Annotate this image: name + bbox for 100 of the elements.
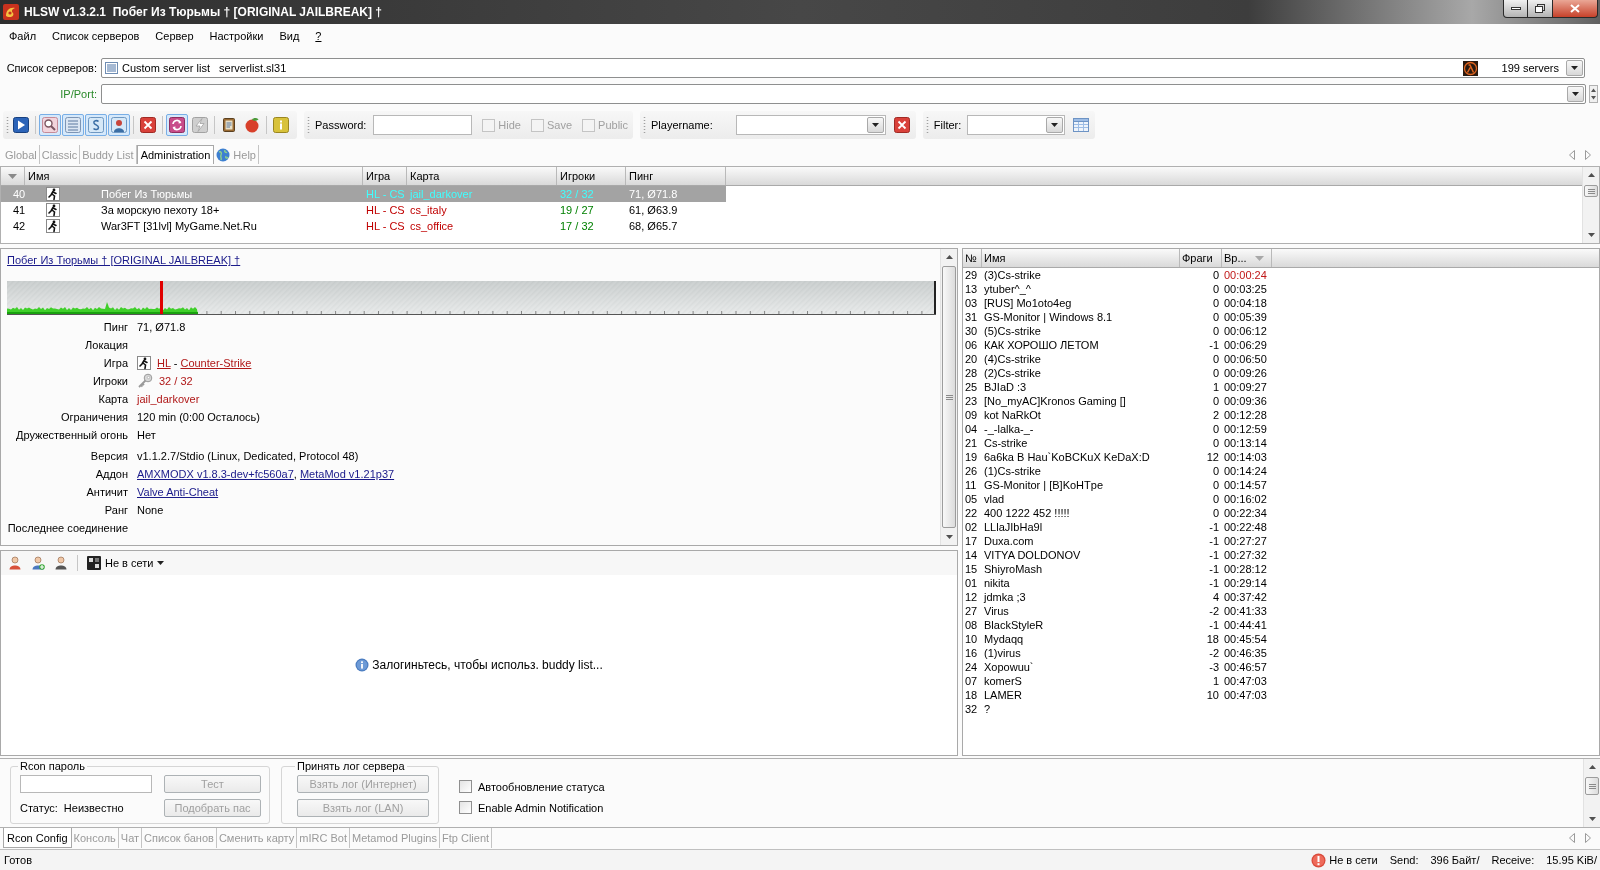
toolbar-button[interactable] [166, 114, 188, 136]
clear-button[interactable] [892, 116, 911, 134]
column-header[interactable]: Карта [407, 167, 557, 185]
toolbar-button[interactable] [137, 114, 159, 136]
checkbox[interactable] [459, 801, 472, 814]
scrollbar[interactable] [940, 249, 957, 545]
spin-icon[interactable] [1589, 85, 1598, 103]
column-header[interactable]: Имя [982, 249, 1180, 267]
table-cell-text: (4)Cs-strike [983, 352, 1042, 366]
table-cell-text: jail_darkover [408, 187, 474, 202]
link[interactable]: Valve Anti-Cheat [137, 486, 219, 498]
receive-value: 15.95 KiB/ [1546, 854, 1597, 866]
server-list-combo[interactable]: Custom server list serverlist.sl31 199 servers [101, 58, 1585, 78]
dropdown-button[interactable] [1567, 86, 1584, 102]
checkbox-label: Public [598, 119, 629, 131]
table-cell-text: 00:46:57 [1223, 660, 1268, 674]
game-link[interactable]: HL [157, 357, 171, 369]
window-title: HLSW v1.3.2.1 Побег Из Тюрьмы † [ORIGINAL JAILBREAK] † [24, 5, 383, 19]
grip-icon [643, 116, 647, 134]
dropdown-button[interactable] [1046, 117, 1064, 133]
tab[interactable]: Rcon Config [3, 828, 72, 848]
server-name-link[interactable]: Побег Из Тюрьмы † [ORIGINAL JAILBREAK] † [7, 253, 241, 267]
list-icon [65, 117, 81, 133]
table-cell-text: 20 [964, 352, 979, 366]
column-header[interactable]: Пинг [626, 167, 726, 185]
scroll-left-icon[interactable] [1569, 833, 1575, 843]
table-cell-text: За морскую пехоту 18+ [100, 203, 221, 218]
cross-icon [893, 117, 910, 133]
scroll-up-icon[interactable] [945, 255, 953, 259]
table-cell-text: 00:37:42 [1223, 590, 1268, 604]
scrollbar[interactable] [1583, 759, 1600, 827]
toolbar-button[interactable] [108, 114, 130, 136]
menu-item[interactable]: Настройки [201, 30, 272, 42]
table-cell-text: 09 [964, 408, 979, 422]
ip-port-field[interactable] [101, 84, 1586, 104]
scroll-right-icon[interactable] [1585, 833, 1591, 843]
table-cell-text: 40 [12, 187, 27, 202]
link[interactable]: MetaMod v1.21p37 [299, 468, 395, 480]
column-header[interactable]: Фраги [1180, 249, 1222, 267]
playername-field[interactable] [735, 115, 886, 135]
table-cell-text: 00:28:12 [1223, 562, 1268, 576]
table-cell-text: 0 [1211, 296, 1220, 310]
table-cell-text: 00:45:54 [1223, 632, 1268, 646]
list-icon [105, 62, 118, 74]
field-value: v1.1.2.7/Stdio (Linux, Dedicated, Protocol 48) [137, 450, 359, 462]
table-cell-text: HL - CS [365, 203, 406, 218]
status-dropdown[interactable]: Не в сети [84, 553, 168, 573]
scrollbar[interactable] [1582, 167, 1599, 243]
scroll-down-icon[interactable] [1587, 233, 1595, 237]
menu-item[interactable]: Вид [271, 30, 308, 42]
table-cell-text: War3FT [31lvl] MyGame.Net.Ru [100, 219, 258, 234]
column-header[interactable]: Игроки [557, 167, 626, 185]
table-cell-text: 00:44:41 [1223, 618, 1268, 632]
game-link[interactable]: Counter-Strike [180, 357, 252, 369]
field-label: Версия [89, 449, 128, 464]
table-cell-text: -1 [1208, 576, 1220, 590]
checkbox[interactable] [459, 780, 472, 793]
table-row[interactable]: 42 War3FT [31lvl] MyGame.Net.Ru HL - CS cs_office 17 / 32 68, Ø65.7 [1, 218, 726, 234]
menu-item[interactable]: Файл [1, 30, 45, 42]
link[interactable]: AMXMODX v1.8.3-dev+fc560a7 [137, 468, 294, 480]
field-label: Ранг [103, 503, 128, 518]
dropdown-button[interactable] [1566, 60, 1583, 76]
column-header[interactable]: № [963, 249, 982, 267]
menu-item[interactable]: Сервер [147, 30, 202, 42]
scrollbar-thumb[interactable] [942, 266, 956, 528]
menu-item[interactable]: ? [307, 30, 330, 42]
toolbar-button[interactable] [10, 114, 32, 136]
column-header[interactable]: Имя [25, 167, 363, 185]
scroll-down-icon[interactable] [1588, 817, 1596, 821]
field-label: Последнее соединение [7, 521, 128, 536]
scroll-down-icon[interactable] [945, 535, 953, 539]
toolbar-button[interactable] [39, 114, 61, 136]
apple-icon [244, 117, 260, 133]
scroll-right-icon[interactable] [1585, 149, 1591, 160]
password-field[interactable] [373, 115, 473, 135]
table-cell-text: 00:04:18 [1223, 296, 1268, 310]
table-cell-text: Cs-strike [983, 436, 1029, 450]
table-cell-text: Побег Из Тюрьмы [100, 187, 194, 202]
column-header[interactable]: Игра [363, 167, 407, 185]
table-cell-text: 00:12:28 [1223, 408, 1268, 422]
table-cell-text: 15 [964, 562, 979, 576]
table-cell-text: 06 [964, 338, 979, 352]
table-cell-text: 00:00:24 [1223, 268, 1268, 282]
scrollbar-thumb[interactable] [1584, 185, 1598, 197]
filter-field[interactable] [967, 115, 1066, 135]
rcon-password-field[interactable] [20, 775, 152, 793]
scroll-up-icon[interactable] [1587, 173, 1595, 177]
table-button[interactable] [1072, 116, 1091, 134]
dropdown-button[interactable] [866, 117, 884, 133]
scroll-up-icon[interactable] [1588, 765, 1596, 769]
scroll-left-icon[interactable] [1569, 149, 1575, 160]
table-row[interactable]: 41 За морскую пехоту 18+ HL - CS cs_italy 19 / 27 61, Ø63.9 [1, 202, 726, 218]
scrollbar-thumb[interactable] [1585, 777, 1599, 795]
table-cell-text: 00:06:29 [1223, 338, 1268, 352]
close-button[interactable] [1553, 0, 1598, 18]
menu-item[interactable]: Список серверов [44, 30, 148, 42]
tab[interactable]: Administration [136, 145, 215, 164]
maximize-button[interactable] [1528, 0, 1553, 18]
minimize-button[interactable] [1503, 0, 1528, 18]
column-header[interactable]: Вр... [1222, 249, 1272, 267]
